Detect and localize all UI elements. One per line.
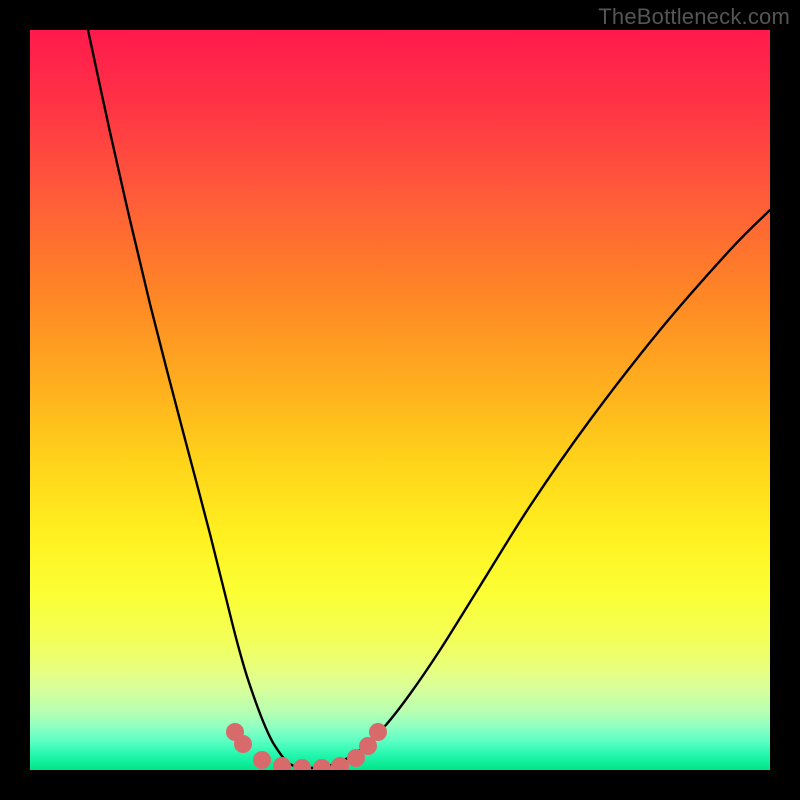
chart-frame: TheBottleneck.com — [0, 0, 800, 800]
watermark-text: TheBottleneck.com — [598, 4, 790, 30]
marker-dot — [293, 759, 311, 770]
marker-dot — [313, 759, 331, 770]
marker-dot — [234, 735, 252, 753]
marker-dot — [369, 723, 387, 741]
curve-layer — [30, 30, 770, 770]
marker-group — [226, 723, 387, 770]
curve-path — [88, 30, 770, 768]
marker-dot — [273, 757, 291, 770]
plot-area — [30, 30, 770, 770]
marker-dot — [253, 751, 271, 769]
